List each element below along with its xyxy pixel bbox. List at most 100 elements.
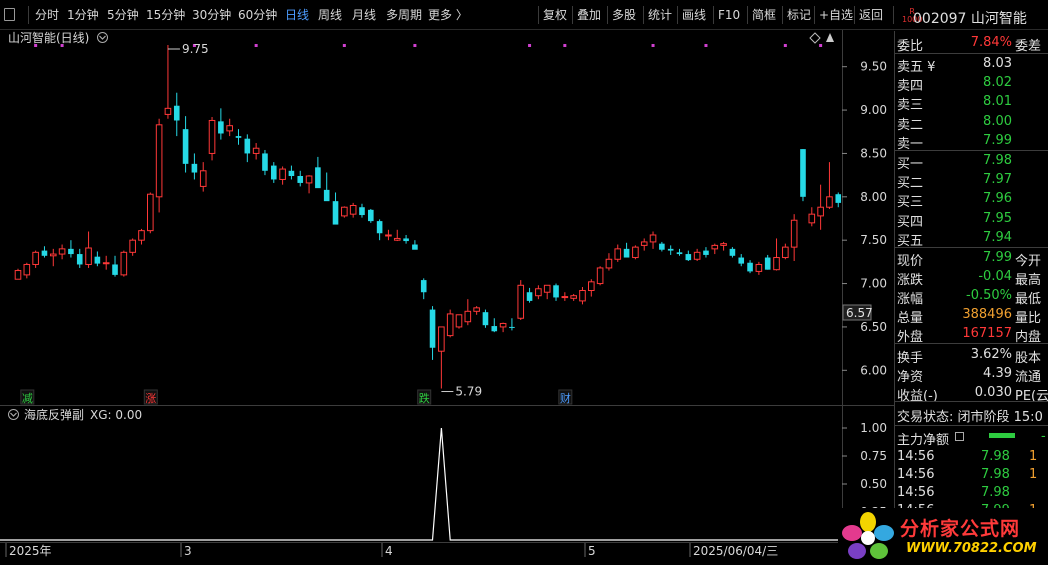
- candle-body: [315, 167, 321, 189]
- candle-body: [429, 309, 436, 348]
- stat2-row-value: 4.39: [983, 366, 1012, 381]
- candle: [41, 246, 48, 258]
- date-axis: 2025年 3 4 5 2025/06/04/三: [5, 543, 778, 558]
- event-marker[interactable]: 跌: [417, 389, 432, 405]
- chart-title: 山河智能(日线): [8, 30, 89, 45]
- candle: [102, 255, 110, 270]
- candle-body: [297, 175, 304, 183]
- ask-row: 卖一 7.99: [895, 131, 1048, 152]
- tick-row: 14:56 7.98 1: [895, 465, 1048, 484]
- quote-panel: 委比 7.84% 委差 卖五 ¥ 8.03 卖四 8.02 卖三 8.01 卖二 8.00 卖一…: [894, 31, 1048, 565]
- candle-body: [570, 295, 577, 299]
- candle: [138, 228, 145, 245]
- candle-body: [403, 238, 409, 242]
- candle: [164, 45, 172, 119]
- ask-row-value: 8.01: [983, 94, 1012, 110]
- indicator-tick-label: 1.00: [860, 421, 887, 435]
- trade-status: 交易状态: 闭市阶段 15:0: [897, 410, 1043, 425]
- indicator-dropdown-icon[interactable]: [8, 409, 19, 420]
- candle: [455, 314, 463, 329]
- signal-dot: [34, 44, 38, 47]
- candle: [218, 108, 224, 140]
- tick-time: 14:56: [897, 467, 935, 482]
- chart-title-dropdown-icon[interactable]: [97, 32, 108, 43]
- kline-chart[interactable]: 山河智能(日线) 9.50 9.00 8.50 8.00 7.50 7.00 6.50 6.0…: [0, 0, 894, 565]
- candle-body: [747, 262, 753, 272]
- signal-dot: [60, 44, 64, 47]
- triangle-icon[interactable]: [826, 33, 834, 42]
- candle: [182, 116, 189, 173]
- candle: [385, 229, 392, 241]
- candle-body: [368, 209, 374, 222]
- candle: [491, 318, 498, 333]
- tick-price: 7.98: [981, 449, 1010, 464]
- candle-body: [235, 136, 242, 138]
- candle: [473, 306, 480, 315]
- candle: [393, 229, 401, 242]
- candle-body: [446, 313, 454, 337]
- weibi-row: 委比 7.84% 委差: [895, 33, 1048, 54]
- candle-body: [632, 246, 639, 259]
- candle-body: [473, 307, 480, 312]
- ask-row: 卖五 ¥ 8.03: [895, 54, 1048, 75]
- candle: [543, 284, 551, 300]
- ask-row-label: 卖五 ¥: [897, 60, 936, 75]
- candle: [588, 279, 595, 297]
- candle-body: [182, 129, 189, 164]
- candle-body: [738, 257, 745, 264]
- event-marker[interactable]: 减: [20, 389, 35, 405]
- candle: [632, 245, 639, 260]
- price-tick-label: 7.50: [860, 233, 887, 247]
- diamond-icon[interactable]: [809, 32, 821, 44]
- candle: [499, 322, 507, 333]
- signal-dot: [783, 44, 787, 47]
- candle-body: [385, 234, 392, 237]
- candle-body: [543, 284, 551, 293]
- candle: [235, 129, 242, 145]
- candle: [446, 309, 454, 338]
- candle: [685, 250, 692, 262]
- bid-row-label: 买五: [897, 233, 924, 249]
- candle-body: [252, 147, 260, 154]
- event-marker-label: 减: [22, 392, 33, 405]
- candle: [199, 162, 207, 192]
- candle-body: [279, 168, 286, 180]
- stat-row: 现价 7.99 今开: [895, 248, 1048, 269]
- bid-row: 买一 7.98: [895, 151, 1048, 172]
- candle: [667, 245, 674, 255]
- candle: [191, 153, 198, 180]
- candle-body: [605, 258, 613, 269]
- ask-row-label: 卖三: [897, 98, 924, 114]
- event-markers: 减涨跌财: [20, 389, 573, 405]
- top-signal-dots: [34, 44, 823, 47]
- candle: [305, 175, 313, 194]
- candle: [517, 280, 525, 320]
- candle-body: [685, 254, 692, 261]
- candle-body: [191, 163, 198, 173]
- candle: [403, 234, 409, 244]
- event-marker[interactable]: 财: [558, 389, 573, 405]
- date-tick-label: 2025/06/04/三: [693, 544, 778, 558]
- main-flow-label: 主力净额: [897, 433, 950, 448]
- main-flow-row[interactable]: 主力净额 -: [895, 427, 1048, 448]
- candle-body: [729, 248, 736, 256]
- candle-body: [349, 204, 357, 215]
- main-flow-menu-icon[interactable]: [955, 432, 964, 441]
- candle-body: [58, 248, 66, 255]
- candle: [605, 253, 613, 271]
- price-tick-label: 6.00: [860, 363, 887, 377]
- candle: [49, 248, 57, 267]
- candle-body: [138, 230, 145, 241]
- current-price-marker-label: 6.57: [846, 306, 873, 320]
- ask-row: 卖二 8.00: [895, 112, 1048, 133]
- candle: [208, 117, 216, 161]
- candle: [640, 238, 648, 251]
- stat2-row: 净资 4.39 流通: [895, 364, 1048, 385]
- candle-body: [817, 206, 824, 217]
- candle: [129, 238, 136, 256]
- signal-dot: [819, 44, 823, 47]
- event-marker[interactable]: 涨: [143, 389, 158, 405]
- bid-row-label: 买四: [897, 214, 924, 230]
- candle: [535, 285, 542, 300]
- candle: [359, 203, 365, 218]
